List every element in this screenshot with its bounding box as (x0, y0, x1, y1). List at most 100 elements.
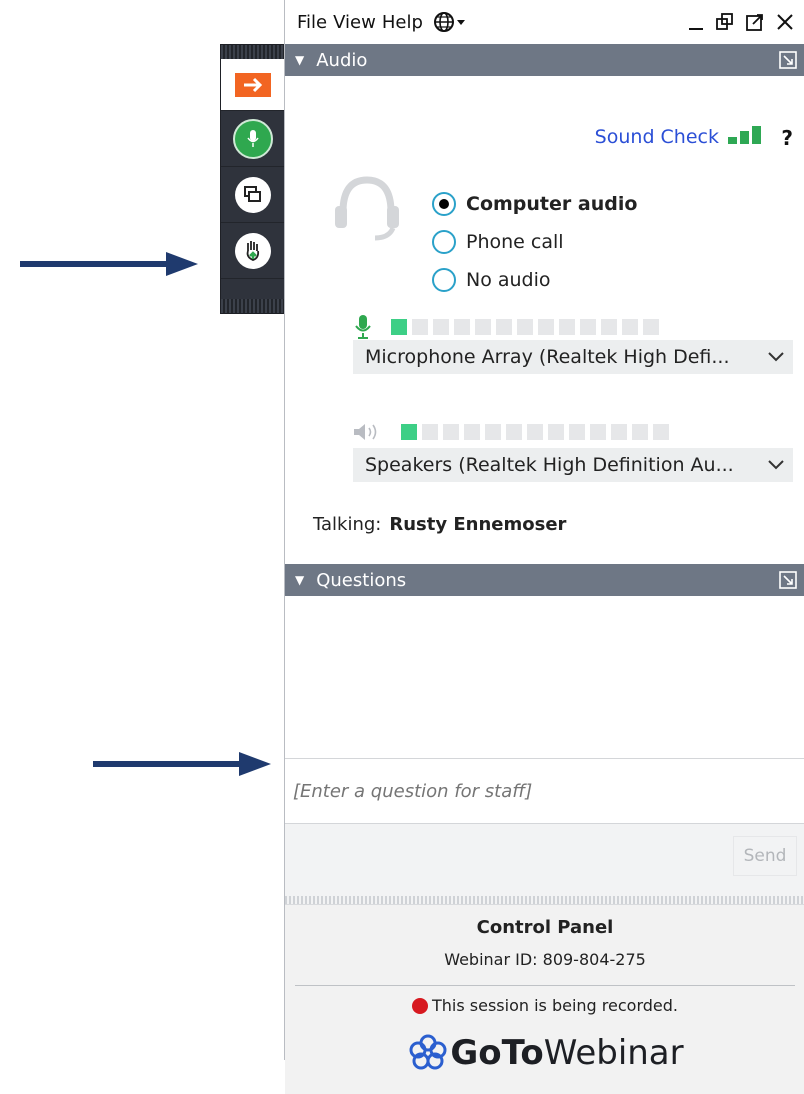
send-button[interactable]: Send (733, 836, 797, 876)
audio-section-title: Audio (316, 49, 368, 71)
chevron-down-icon (759, 460, 793, 470)
toolbar-grip-bottom (221, 299, 285, 313)
annotation-arrow-toolbar (20, 252, 198, 276)
talking-label: Talking: (313, 514, 382, 535)
computer-audio-option[interactable]: Computer audio (432, 192, 637, 216)
meter-segment (391, 319, 407, 335)
no-audio-radio[interactable] (432, 268, 456, 292)
audio-section-header[interactable]: ▼ Audio (285, 44, 804, 76)
microphone-icon (355, 315, 371, 339)
questions-section-title: Questions (316, 569, 407, 591)
meter-segment (548, 424, 564, 440)
talking-name: Rusty Ennemoser (389, 514, 567, 535)
microphone-select[interactable]: Microphone Array (Realtek High Defi... (353, 340, 793, 374)
meter-segment (412, 319, 428, 335)
chevron-down-icon (759, 352, 793, 362)
speaker-level-row (353, 422, 669, 442)
meter-segment (527, 424, 543, 440)
meter-segment (580, 319, 596, 335)
speakers-device-label: Speakers (Realtek High Definition Au... (365, 454, 734, 476)
toolbar-grip[interactable] (221, 45, 285, 59)
speaker-level-meter (401, 424, 669, 440)
help-button[interactable]: ? (781, 126, 793, 150)
brand-goto: GoTo (450, 1033, 544, 1073)
menu-view[interactable]: View (333, 12, 376, 33)
footer: Control Panel Webinar ID: 809-804-275 Th… (285, 904, 804, 1094)
meter-segment (422, 424, 438, 440)
question-input[interactable] (285, 759, 804, 823)
microphone-level-row (353, 314, 659, 340)
webinar-id: Webinar ID: 809-804-275 (444, 950, 646, 969)
minimize-icon[interactable] (687, 12, 705, 32)
window-controls (687, 12, 804, 32)
sound-check-link[interactable]: Sound Check (595, 126, 719, 148)
exit-button[interactable] (221, 59, 285, 111)
speakers-select[interactable]: Speakers (Realtek High Definition Au... (353, 448, 793, 482)
raise-hand-icon (235, 232, 271, 269)
meter-segment (496, 319, 512, 335)
meter-segment (475, 319, 491, 335)
meter-segment (632, 424, 648, 440)
collapse-triangle-icon: ▼ (295, 53, 305, 67)
brand-webinar: Webinar (543, 1033, 684, 1073)
popout-icon[interactable] (745, 12, 765, 32)
send-area: Send (285, 823, 804, 896)
signal-strength-icon (728, 126, 761, 144)
phone-call-radio[interactable] (432, 230, 456, 254)
microphone-icon (233, 118, 273, 159)
collapse-triangle-icon: ▼ (295, 573, 305, 587)
restore-icon[interactable] (715, 12, 735, 32)
audio-section: Sound Check ? Computer audio Phone call … (285, 76, 804, 564)
recording-dot-icon (412, 997, 428, 1014)
annotation-arrow-question (93, 752, 271, 776)
meter-segment (506, 424, 522, 440)
side-toolbar (220, 44, 286, 314)
control-panel: File View Help ▼ Audio Sound Check ? Com… (284, 0, 804, 1094)
meter-segment (433, 319, 449, 335)
exit-arrow-icon (235, 72, 271, 97)
questions-section-header[interactable]: ▼ Questions (285, 564, 804, 596)
no-audio-option[interactable]: No audio (432, 268, 551, 292)
meter-segment (401, 424, 417, 440)
meter-segment (454, 319, 470, 335)
meter-segment (569, 424, 585, 440)
globe-icon[interactable] (433, 11, 469, 33)
meter-segment (643, 319, 659, 335)
microphone-level-meter (391, 319, 659, 335)
screen-icon (235, 176, 271, 213)
computer-audio-radio[interactable] (432, 192, 456, 216)
no-audio-label: No audio (466, 269, 551, 291)
questions-log (285, 596, 804, 759)
meter-segment (464, 424, 480, 440)
popout-icon[interactable] (779, 571, 797, 589)
gotowebinar-logo: GoTo Webinar (285, 1033, 804, 1073)
meter-segment (443, 424, 459, 440)
meter-segment (590, 424, 606, 440)
gotowebinar-flower-icon (409, 1034, 447, 1070)
raise-hand-button[interactable] (221, 223, 285, 279)
screen-button[interactable] (221, 167, 285, 223)
meter-segment (517, 319, 533, 335)
headset-icon (335, 176, 399, 241)
meter-segment (485, 424, 501, 440)
resize-grip[interactable] (285, 896, 804, 904)
phone-call-option[interactable]: Phone call (432, 230, 564, 254)
close-icon[interactable] (775, 12, 795, 32)
popout-icon[interactable] (779, 51, 797, 69)
menu-file[interactable]: File (297, 12, 327, 33)
speaker-icon (354, 424, 377, 440)
control-panel-title: Control Panel (476, 917, 614, 938)
computer-audio-label: Computer audio (466, 193, 638, 215)
meter-segment (538, 319, 554, 335)
talking-indicator: Talking: Rusty Ennemoser (313, 514, 566, 535)
meter-segment (611, 424, 627, 440)
recording-text: This session is being recorded. (432, 996, 678, 1015)
meter-segment (601, 319, 617, 335)
menu-help[interactable]: Help (382, 12, 423, 33)
microphone-button[interactable] (221, 111, 285, 167)
meter-segment (622, 319, 638, 335)
meter-segment (653, 424, 669, 440)
recording-notice: This session is being recorded. (285, 996, 804, 1015)
phone-call-label: Phone call (466, 231, 564, 253)
meter-segment (559, 319, 575, 335)
